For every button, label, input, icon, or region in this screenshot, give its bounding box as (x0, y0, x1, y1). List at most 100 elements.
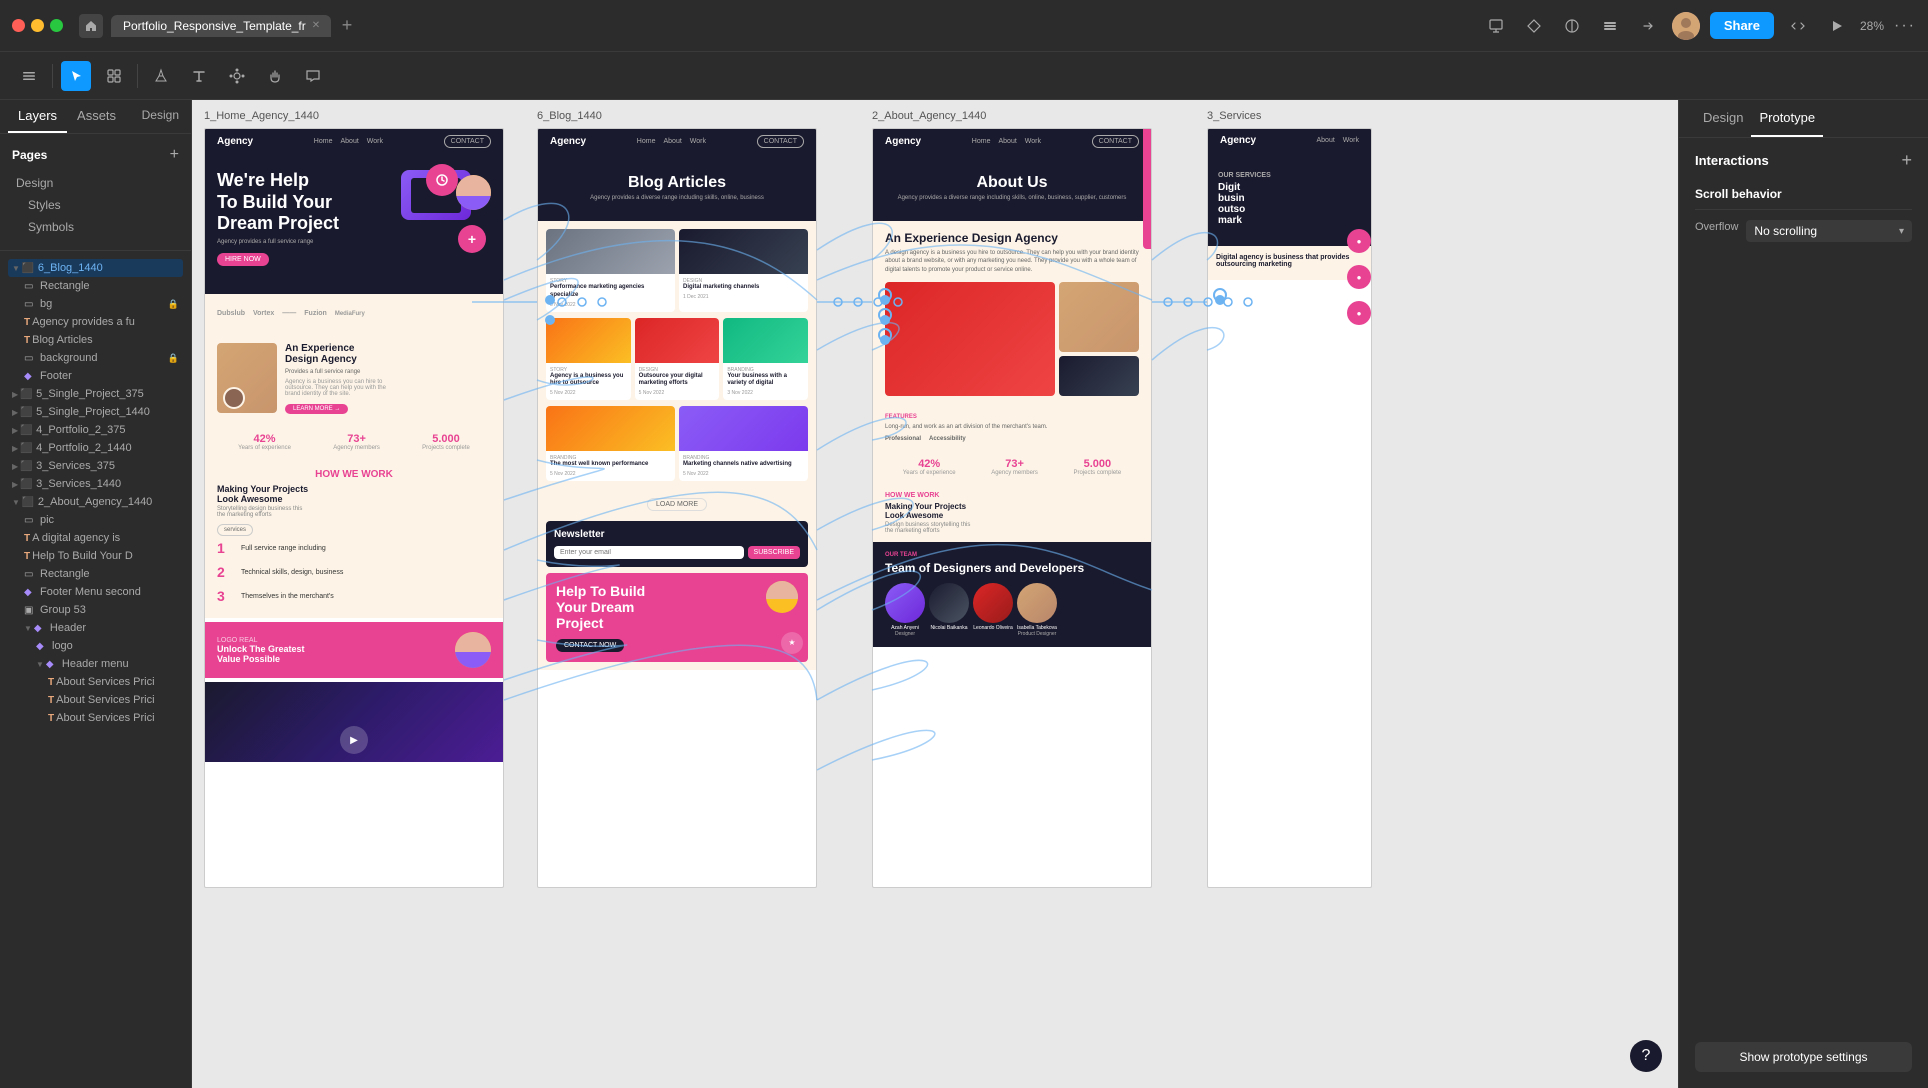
newsletter-input[interactable] (554, 546, 744, 559)
about-img-sm2 (1059, 356, 1139, 396)
zoom-level[interactable]: 28% (1860, 19, 1884, 33)
page-design[interactable]: Design (8, 172, 183, 194)
layer-blog-articles[interactable]: T Blog Articles (8, 331, 183, 349)
layer-services-375[interactable]: ▶ ⬛ 3_Services_375 (8, 457, 183, 475)
play-icon[interactable] (1822, 12, 1850, 40)
present-icon[interactable] (1482, 12, 1510, 40)
layer-rectangle[interactable]: ▭ Rectangle (8, 277, 183, 295)
tab-close-btn[interactable]: ✕ (312, 20, 320, 31)
layer-single-375[interactable]: ▶ ⬛ 5_Single_Project_375 (8, 385, 183, 403)
layer-portfolio-1440[interactable]: ▶ ⬛ 4_Portfolio_2_1440 (8, 439, 183, 457)
active-tab[interactable]: Portfolio_Responsive_Template_fr ✕ (111, 15, 331, 37)
frame-tool[interactable] (99, 61, 129, 91)
layer-bg[interactable]: ▭ bg 🔒 (8, 295, 183, 313)
learn-more-btn[interactable]: LEARN MORE → (285, 404, 348, 414)
home-hire-btn[interactable]: HIRE NOW (217, 253, 269, 266)
design-tab-btn[interactable]: Design (138, 100, 183, 133)
design-panel-tab[interactable]: Design (1695, 100, 1751, 137)
layer-footer-menu[interactable]: ◆ Footer Menu second (8, 583, 183, 601)
component-icon[interactable] (1520, 12, 1548, 40)
scroll-behavior-section: Scroll behavior Overflow No scrolling ▾ (1695, 187, 1912, 242)
services-btn[interactable]: services (217, 524, 253, 536)
text-tool[interactable] (184, 61, 214, 91)
code-view-icon[interactable] (1784, 12, 1812, 40)
pointer-tool[interactable] (61, 61, 91, 91)
prototype-icon[interactable] (1634, 12, 1662, 40)
layer-header[interactable]: ▼ ◆ Header (8, 619, 183, 637)
about-how-title: HOW WE WORK (885, 492, 1139, 499)
layer-digital[interactable]: T A digital agency is (8, 529, 183, 547)
play-icon-bottom[interactable]: ▶ (340, 726, 368, 754)
layer-about-1440[interactable]: ▼ ⬛ 2_About_Agency_1440 (8, 493, 183, 511)
show-prototype-settings-btn[interactable]: Show prototype settings (1695, 1042, 1912, 1072)
home-icon[interactable] (79, 14, 103, 38)
agency-avatar (223, 387, 245, 409)
blog-card-7: Branding Marketing channels native adver… (679, 406, 808, 481)
agency-info: An ExperienceDesign Agency Provides a fu… (285, 343, 491, 415)
contact-now-btn[interactable]: CONTACT NOW (556, 639, 624, 652)
page-symbols[interactable]: Symbols (8, 216, 183, 238)
blog-hero: Blog Articles Agency provides a diverse … (538, 154, 816, 221)
feat-accessibility: Accessibility (929, 436, 966, 442)
page-styles[interactable]: Styles (8, 194, 183, 216)
interactions-add-btn[interactable]: + (1901, 150, 1912, 171)
frame-about[interactable]: Agency Home About Work CONTACT About Us … (872, 128, 1152, 888)
menu-tool[interactable] (14, 61, 44, 91)
layer-portfolio-375[interactable]: ▶ ⬛ 4_Portfolio_2_375 (8, 421, 183, 439)
close-window-btn[interactable] (12, 19, 25, 32)
layer-background[interactable]: ▭ background 🔒 (8, 349, 183, 367)
contrast-icon[interactable] (1558, 12, 1586, 40)
cta-star: ★ (781, 632, 803, 654)
layer-about-services-2[interactable]: T About Services Prici (8, 691, 183, 709)
blog-contact-btn[interactable]: CONTACT (757, 135, 804, 148)
more-menu[interactable]: ··· (1894, 17, 1916, 35)
frame-home[interactable]: Agency Home About Work CONTACT We're Hel… (204, 128, 504, 888)
blog-row-2: Story Agency is a business you hire to o… (546, 318, 808, 401)
layer-blog-1440[interactable]: ▼ ⬛ 6_Blog_1440 (8, 259, 183, 277)
layer-group53[interactable]: ▣ Group 53 (8, 601, 183, 619)
blog-cta-title: Help To BuildYour DreamProject (556, 583, 798, 631)
layer-pic[interactable]: ▭ pic (8, 511, 183, 529)
layer-footer-comp[interactable]: ◆ Footer (8, 367, 183, 385)
no-scrolling-dropdown[interactable]: No scrolling ▾ (1746, 220, 1912, 242)
team-section: OUR TEAM Team of Designers and Developer… (873, 542, 1151, 647)
layer-rect2[interactable]: ▭ Rectangle (8, 565, 183, 583)
layer-single-1440[interactable]: ▶ ⬛ 5_Single_Project_1440 (8, 403, 183, 421)
layers-tab[interactable]: Layers (8, 100, 67, 133)
assets-tab[interactable]: Assets (67, 100, 126, 133)
load-more-btn[interactable]: LOAD MORE (647, 498, 707, 511)
home-contact-btn[interactable]: CONTACT (444, 135, 491, 148)
frame-services[interactable]: Agency About Work OUR SERVICES Digitbusi… (1207, 128, 1372, 888)
help-button[interactable]: ? (1630, 1040, 1662, 1072)
layer-about-services-3[interactable]: T About Services Prici (8, 709, 183, 727)
interactions-section-header: Interactions + (1695, 150, 1912, 171)
layer-help-build[interactable]: T Help To Build Your D (8, 547, 183, 565)
pen-tool[interactable] (146, 61, 176, 91)
layer-header-menu[interactable]: ▼ ◆ Header menu (8, 655, 183, 673)
newsletter-subscribe-btn[interactable]: SUBSCRIBE (748, 546, 800, 559)
add-page-btn[interactable]: + (170, 146, 179, 164)
hero-badge (426, 164, 458, 196)
layer-about-services-1[interactable]: T About Services Prici (8, 673, 183, 691)
library-icon[interactable] (1596, 12, 1624, 40)
share-button[interactable]: Share (1710, 12, 1774, 39)
about-hero: About Us Agency provides a diverse range… (873, 154, 1151, 221)
layer-logo[interactable]: ◆ logo (8, 637, 183, 655)
canvas[interactable]: 1_Home_Agency_1440 Agency Home About Wor… (192, 100, 1678, 1088)
hand-tool[interactable] (260, 61, 290, 91)
about-contact-btn[interactable]: CONTACT (1092, 135, 1139, 148)
prototype-panel-tab[interactable]: Prototype (1751, 100, 1823, 137)
about-making-sub: Design business storytelling thisthe mar… (885, 522, 1139, 534)
comment-tool[interactable] (298, 61, 328, 91)
minimize-window-btn[interactable] (31, 19, 44, 32)
new-tab-btn[interactable]: + (335, 14, 359, 38)
layer-agency-text[interactable]: T Agency provides a fu (8, 313, 183, 331)
frame-blog[interactable]: Agency Home About Work CONTACT Blog Arti… (537, 128, 817, 888)
home-nav-links: Home About Work (314, 138, 383, 145)
home-nav-logo: Agency (217, 136, 253, 147)
maximize-window-btn[interactable] (50, 19, 63, 32)
about-img-main (885, 282, 1055, 396)
avatar[interactable] (1672, 12, 1700, 40)
component-tool[interactable] (222, 61, 252, 91)
layer-services-1440[interactable]: ▶ ⬛ 3_Services_1440 (8, 475, 183, 493)
